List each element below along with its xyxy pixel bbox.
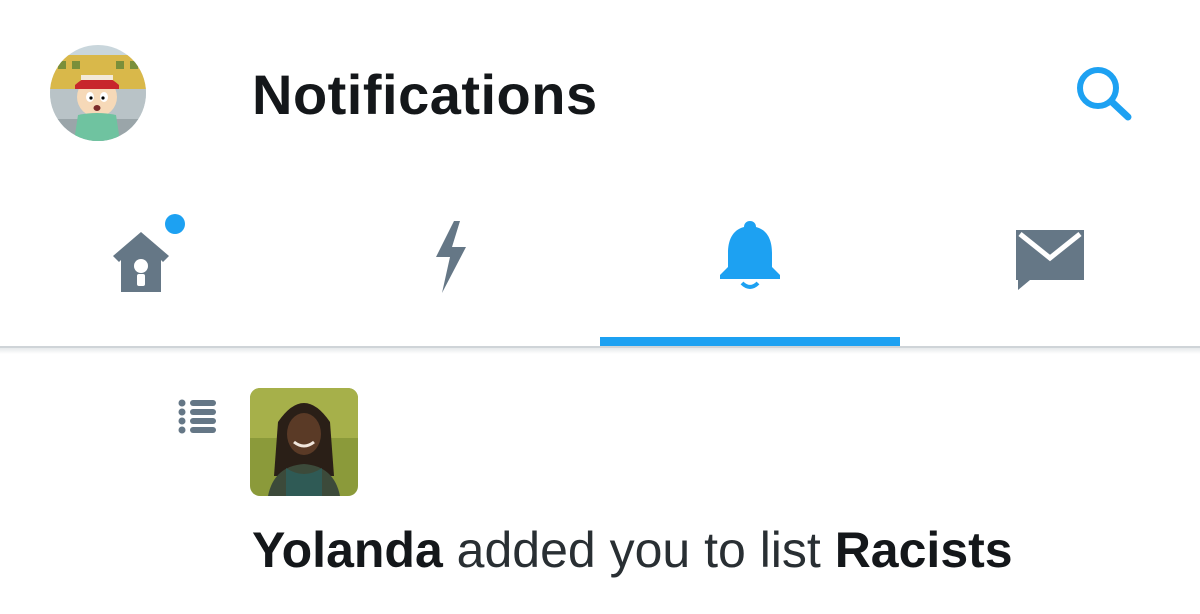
- list-name[interactable]: Racists: [835, 522, 1013, 578]
- tab-moments[interactable]: [300, 185, 600, 347]
- envelope-icon: [1016, 230, 1084, 290]
- notification-item[interactable]: Yolanda added you to list Racists: [0, 356, 1200, 614]
- bell-icon: [720, 221, 780, 289]
- search-button[interactable]: [1070, 62, 1140, 126]
- actor-photo: [250, 388, 358, 496]
- search-icon: [1077, 67, 1132, 121]
- tab-shadow: [0, 348, 1200, 354]
- actor-avatar[interactable]: [250, 388, 358, 496]
- home-icon: [113, 214, 185, 292]
- notifications-screen: Notifications Yolanda added you to list …: [0, 0, 1200, 614]
- list-icon: [178, 398, 218, 434]
- tab-messages[interactable]: [900, 185, 1200, 347]
- actor-name[interactable]: Yolanda: [252, 522, 443, 578]
- page-title: Notifications: [252, 63, 598, 126]
- notification-text: Yolanda added you to list Racists: [252, 518, 1013, 582]
- tab-bar: [0, 185, 1200, 347]
- avatar-image: [50, 45, 146, 141]
- profile-avatar[interactable]: [50, 45, 146, 141]
- top-bar: Notifications: [0, 0, 1200, 185]
- tab-home[interactable]: [0, 185, 300, 347]
- lightning-icon: [436, 221, 466, 293]
- tab-notifications[interactable]: [600, 185, 900, 347]
- notification-action: added you to list: [442, 522, 835, 578]
